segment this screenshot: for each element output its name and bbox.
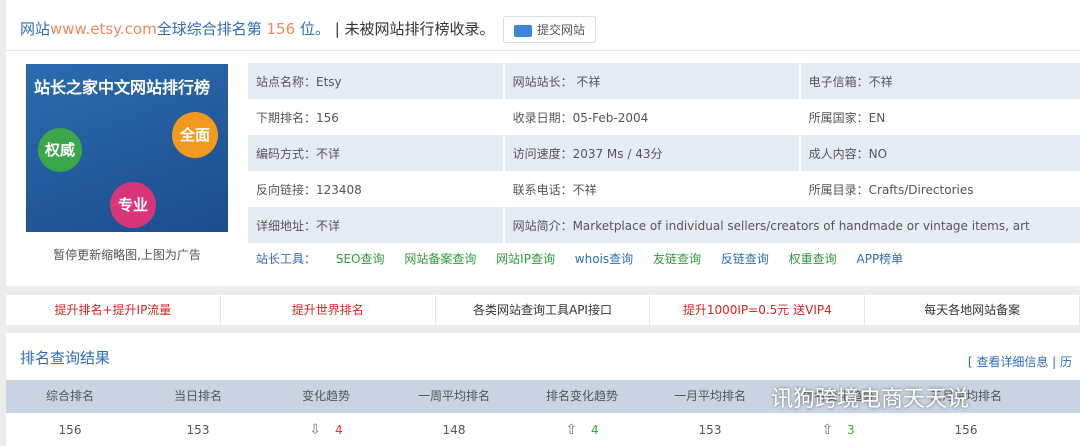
site-info-table: 站点名称：Etsy 网站站长： 不祥 电子信箱：不祥 下期排名：156 收录日期：05… (248, 63, 1080, 243)
rank-results-panel: 排名查询结果 [ 查看详细信息 | 历 综合排名 当日排名 变化趋势 一周平均排名 排名… (6, 333, 1080, 446)
results-title: 排名查询结果 (20, 349, 111, 367)
ad-link[interactable]: 各类网站查询工具API接口 (436, 295, 651, 325)
view-details-link[interactable]: [ 查看详细信息 | 历 (968, 353, 1072, 370)
thumbnail-caption: 暂停更新缩略图,上图为广告 (53, 248, 201, 262)
ad-link[interactable]: 提升1000IP=0.5元 送VIP4 (650, 295, 866, 325)
trend-chart-icon (514, 24, 532, 37)
arrow-up-icon: ⇧ (565, 422, 578, 438)
tool-link[interactable]: 网站IP查询 (496, 252, 555, 266)
ad-link[interactable]: 提升世界排名 (221, 295, 436, 325)
tool-link[interactable]: 网站备案查询 (404, 252, 476, 266)
submit-site-button[interactable]: 提交网站 (503, 16, 597, 43)
tool-link[interactable]: 反链查询 (721, 252, 769, 266)
divider (6, 50, 1080, 51)
watermark: 讯狗跨境电商天天说 (771, 387, 970, 412)
ad-thumbnail[interactable]: 站长之家中文网站排行榜 权威 全面 专业 (26, 64, 228, 232)
arrow-up-icon: ⇧ (821, 422, 834, 438)
tool-link[interactable]: APP榜单 (857, 252, 904, 266)
ad-strip: 提升排名+提升IP流量 提升世界排名 各类网站查询工具API接口 提升1000I… (6, 295, 1080, 325)
ad-link[interactable]: 每天各地网站备案 (865, 295, 1080, 325)
webmaster-tools: 站长工具： SEO查询 网站备案查询 网站IP查询 whois查询 友链查询 反… (256, 252, 904, 266)
ad-link[interactable]: 提升排名+提升IP流量 (6, 295, 221, 325)
table-row: 156 153 ⇩4 148 ⇧4 153 ⇧3 156 ⇩ (58, 422, 978, 438)
tool-link[interactable]: whois查询 (575, 252, 633, 266)
arrow-down-icon: ⇩ (309, 422, 322, 438)
tool-link[interactable]: 友链查询 (653, 252, 701, 266)
domain-link[interactable]: www.etsy.com (50, 20, 157, 38)
tool-link[interactable]: SEO查询 (336, 252, 385, 266)
tool-link[interactable]: 权重查询 (789, 252, 837, 266)
site-info-panel: 网站www.etsy.com全球综合排名第 156 位。 | 未被网站排行榜收录… (6, 0, 1080, 286)
rank-headline: 网站www.etsy.com全球综合排名第 156 位。 | 未被网站排行榜收录… (20, 20, 495, 38)
